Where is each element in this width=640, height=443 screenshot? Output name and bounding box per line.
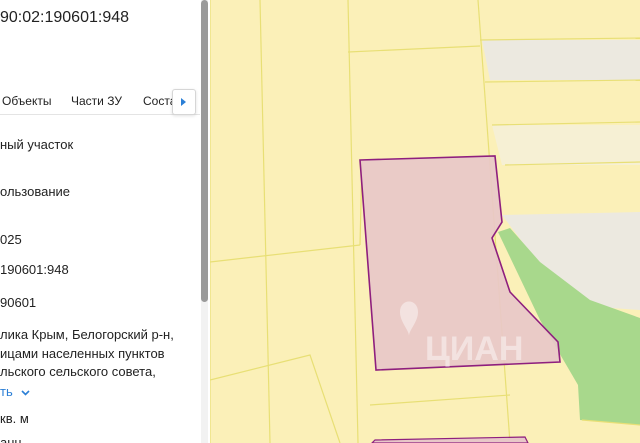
tabs-next-button[interactable] (172, 89, 196, 115)
field-cadastral-quarter: 90601 (0, 295, 37, 310)
address-line: ицами населенных пунктов (0, 345, 165, 361)
field-area: кв. м (0, 411, 29, 426)
info-panel: 90:02:190601:948 Объекты Части ЗУ Соста … (0, 0, 210, 443)
field-cut-text: анц (0, 435, 22, 443)
road-area (482, 40, 640, 80)
chevron-down-icon (21, 389, 30, 396)
tab-objects[interactable]: Объекты (2, 94, 52, 108)
field-category: ный участок (0, 137, 74, 152)
road-area (492, 125, 640, 165)
show-more-label: ть (0, 384, 13, 399)
tab-parcel-parts[interactable]: Части ЗУ (71, 94, 122, 108)
address-line: лика Крым, Белогорский р-н, (0, 327, 174, 342)
address-line: льского сельского совета, (0, 364, 156, 379)
field-address: лика Крым, Белогорский р-н, ицами населе… (0, 326, 174, 382)
tab-bar: Объекты Части ЗУ Соста (0, 88, 200, 116)
arrow-right-icon (181, 98, 186, 106)
field-cadastral-number: 190601:948 (0, 262, 69, 277)
scrollbar-thumb[interactable] (201, 0, 208, 302)
field-date: 025 (0, 232, 22, 247)
cadastral-number-title: 90:02:190601:948 (0, 9, 130, 26)
show-more-link[interactable]: ть (0, 384, 30, 399)
cadastral-map[interactable]: ЦИАН (210, 0, 640, 443)
field-usage: ользование (0, 184, 71, 199)
tabs-divider (0, 114, 200, 115)
watermark-text: ЦИАН (425, 330, 523, 368)
